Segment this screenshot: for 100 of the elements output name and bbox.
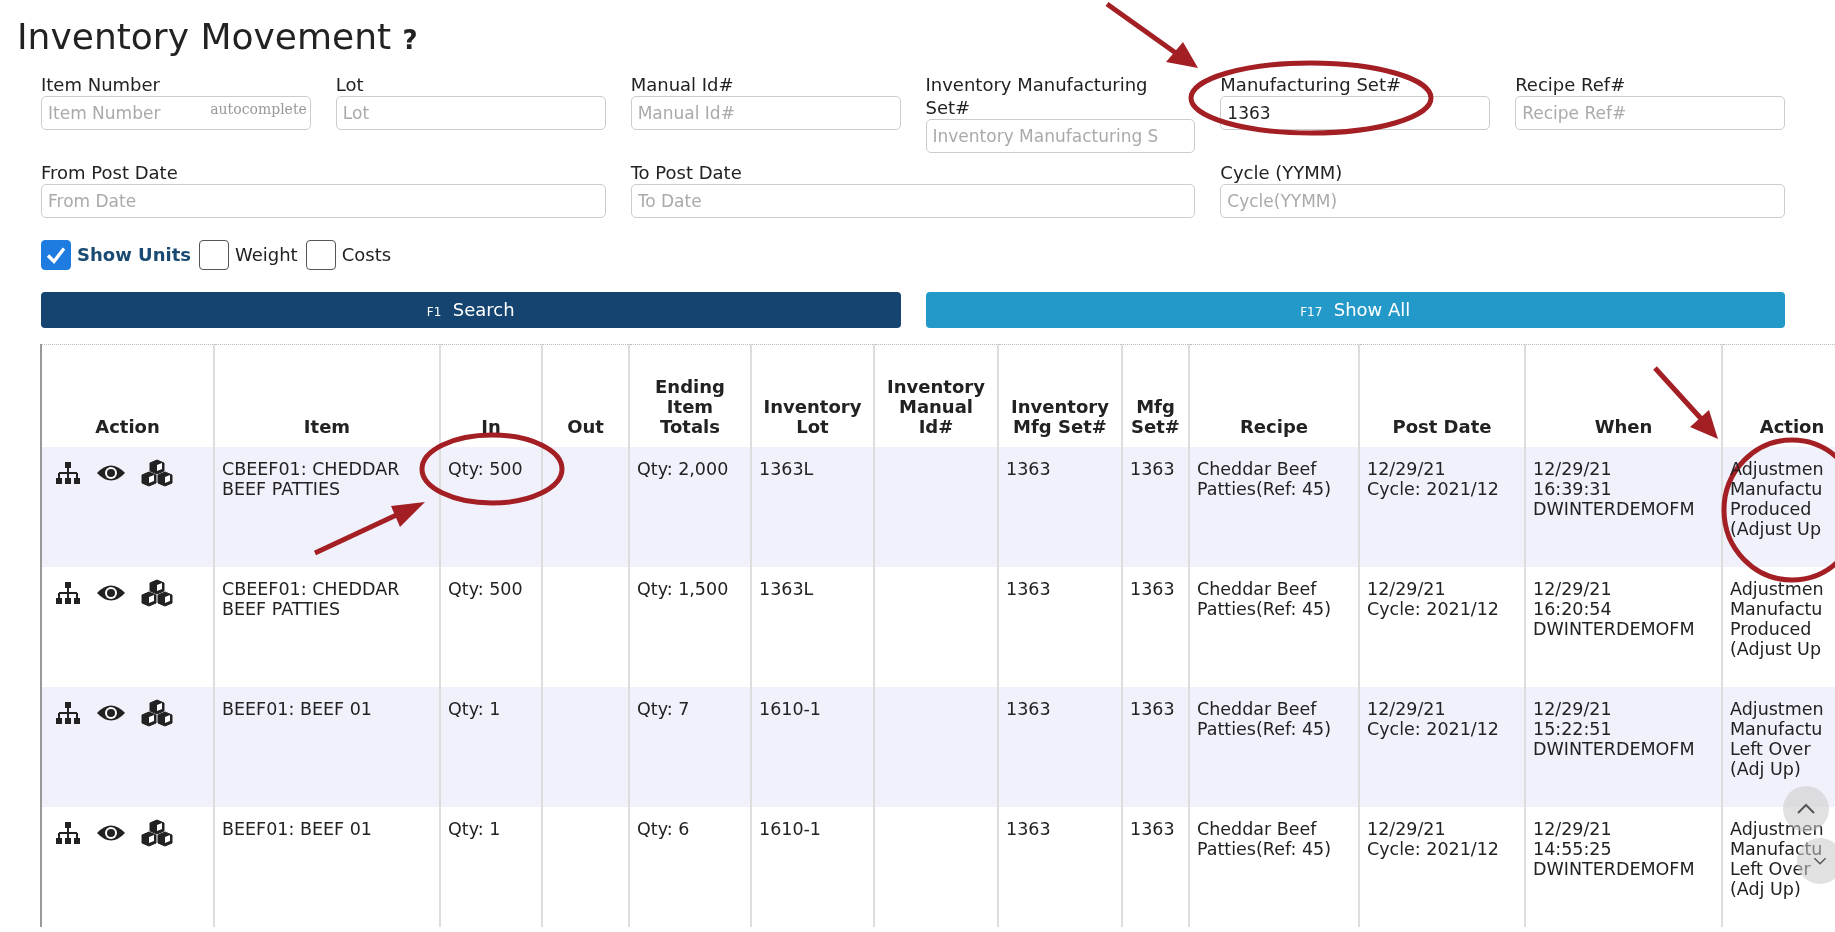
checkbox-label[interactable]: Weight [234,244,298,266]
table-cell: Qty: 7 [637,698,690,719]
input-field[interactable]: To Date [630,183,1196,218]
field-label: Lot [335,72,365,96]
field-label: Inventory Manufacturing Set# [925,72,1149,119]
table-cell-line: 16:20:54 [1533,598,1612,619]
help-link[interactable]: ? [402,25,418,55]
cubes-icon[interactable] [141,698,173,727]
table-cell: CBEEF01: CHEDDAR BEEF PATTIES [222,458,400,499]
table-cell: BEEF01: BEEF 01 [222,818,372,839]
table-cell: Qty: 1 [448,818,501,839]
cubes-icon[interactable] [141,578,173,607]
table-cell-line: 16:39:31 [1533,478,1612,499]
table-cell-line: Adjustmen [1730,818,1824,839]
table-cell: Qty: 1,500 [637,578,729,599]
table-cell: Qty: 500 [448,578,523,599]
field-label: Recipe Ref# [1515,72,1627,96]
input-field[interactable]: Manual Id# [630,95,901,130]
table-cell: Qty: 2,000 [637,458,729,479]
table-cell-line: Cycle: 2021/12 [1367,718,1499,739]
field-label: Manufacturing Set# [1220,72,1403,96]
table-cell-line: Manufactu [1730,478,1823,499]
cubes-icon[interactable] [141,818,173,847]
table-cell: 1610-1 [759,698,821,719]
table-cell-line: Manufactu [1730,838,1823,859]
autocomplete-hint: autocomplete [210,100,307,117]
table-cell-line: 15:22:51 [1533,718,1612,739]
table-cell: 1363 [1130,698,1175,719]
table-cell-line: 12/29/21 [1367,698,1446,719]
table-cell: Cheddar Beef Patties(Ref: 45) [1197,818,1332,859]
field-label: Cycle (YYMM) [1220,160,1344,184]
checkbox[interactable] [198,239,229,270]
table-cell: Qty: 6 [637,818,690,839]
search-button[interactable]: F1 Search [41,291,901,328]
input-field[interactable]: From Date [41,183,606,218]
table-cell: 1363 [1006,578,1051,599]
table-cell-line: (Adj Up) [1730,878,1801,899]
checkbox-label[interactable]: Costs [341,244,392,266]
table-cell: 1363 [1006,698,1051,719]
table-cell: CBEEF01: CHEDDAR BEEF PATTIES [222,578,400,619]
cubes-icon[interactable] [141,458,173,487]
table-cell-line: (Adjust Up [1730,638,1821,659]
table-cell-line: 12/29/21 [1533,578,1612,599]
table-cell-line: DWINTERDEMOFM [1533,498,1695,519]
table-cell-line: 12/29/21 [1533,818,1612,839]
table-cell: 1363L [759,578,814,599]
chevron-up-icon [1796,803,1816,815]
table-cell-line: DWINTERDEMOFM [1533,858,1695,879]
table-cell-line: Produced [1730,618,1812,639]
table-cell: BEEF01: BEEF 01 [222,698,372,719]
chevron-down-icon [1813,856,1827,866]
table-cell-line: 14:55:25 [1533,838,1612,859]
table-cell-line: Cycle: 2021/12 [1367,598,1499,619]
checkbox[interactable] [305,239,336,270]
table-cell-line: Produced [1730,498,1812,519]
hierarchy-icon[interactable] [55,580,81,605]
table-cell-line: Adjustmen [1730,578,1824,599]
table-cell-line: 12/29/21 [1533,458,1612,479]
table-cell: Cheddar Beef Patties(Ref: 45) [1197,698,1332,739]
table-cell-line: (Adj Up) [1730,758,1801,779]
input-field[interactable]: Lot [335,95,606,130]
table-cell: 1363 [1130,578,1175,599]
table-cell: Qty: 500 [448,458,523,479]
table-cell-line: DWINTERDEMOFM [1533,618,1695,639]
table-cell-line: Left Over [1730,738,1811,759]
table-cell: 1363 [1006,818,1051,839]
table-cell: 1610-1 [759,818,821,839]
table-cell-line: 12/29/21 [1367,818,1446,839]
table-cell-line: Adjustmen [1730,698,1824,719]
table-cell-line: Manufactu [1730,718,1823,739]
field-label: To Post Date [630,160,743,184]
page-title: Inventory Movement [17,16,392,57]
table-cell: Qty: 1 [448,698,501,719]
field-label: Item Number [41,72,161,96]
table-cell: 1363L [759,458,814,479]
table-cell-line: 12/29/21 [1367,578,1446,599]
table-cell: 1363 [1130,818,1175,839]
table-cell: 1363 [1130,458,1175,479]
field-label: Manual Id# [630,72,735,96]
table-cell: 1363 [1006,458,1051,479]
table-cell-line: Left Over [1730,858,1811,879]
table-cell-line: Cycle: 2021/12 [1367,478,1499,499]
input-field[interactable]: Recipe Ref# [1515,95,1785,130]
field-label: From Post Date [41,160,179,184]
checkbox[interactable] [41,239,71,270]
table-cell-line: (Adjust Up [1730,518,1821,539]
checkbox-label[interactable]: Show Units [77,244,191,266]
table-cell-line: DWINTERDEMOFM [1533,738,1695,759]
hierarchy-icon[interactable] [55,460,81,485]
table-cell-line: 12/29/21 [1367,458,1446,479]
table-cell-line: Manufactu [1730,598,1823,619]
table-cell-line: Cycle: 2021/12 [1367,838,1499,859]
table-cell: Cheddar Beef Patties(Ref: 45) [1197,578,1332,619]
input-field[interactable]: 1363 [1220,95,1491,130]
table-cell: Cheddar Beef Patties(Ref: 45) [1197,458,1332,499]
table-cell-line: 12/29/21 [1533,698,1612,719]
input-field[interactable]: Inventory Manufacturing S [925,118,1196,153]
hierarchy-icon[interactable] [55,820,81,845]
input-field[interactable]: Cycle(YYMM) [1220,183,1785,218]
hierarchy-icon[interactable] [55,700,81,725]
